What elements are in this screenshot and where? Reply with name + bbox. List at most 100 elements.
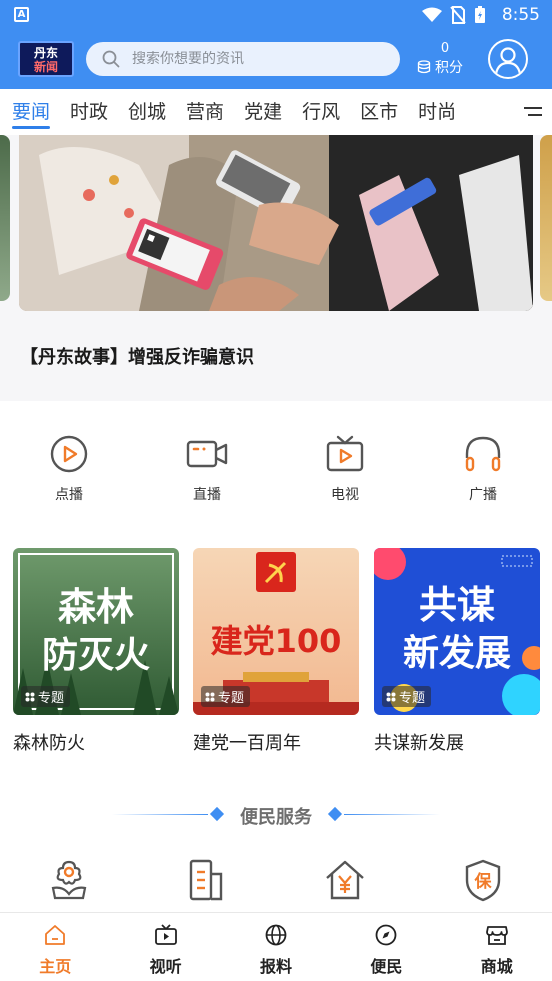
logo-line-2: 新闻 <box>33 60 58 74</box>
house-yuan-icon <box>326 860 364 900</box>
video-camera-icon <box>186 440 228 468</box>
tab-shizheng[interactable]: 时政 <box>60 89 118 135</box>
service-item-2[interactable] <box>138 852 276 912</box>
search-icon <box>102 50 120 68</box>
grid-dots-icon <box>25 692 35 701</box>
topic-cover: 建党100 专题 <box>193 548 359 715</box>
nav-label: 视听 <box>149 957 182 976</box>
banner-prev-slide[interactable] <box>0 135 10 301</box>
store-icon <box>485 926 508 945</box>
service-item-3[interactable] <box>276 852 414 912</box>
tv-play-icon <box>154 924 177 945</box>
points-label: 积分 <box>435 60 463 76</box>
grid-dots-icon <box>386 692 396 701</box>
tv-icon <box>326 435 364 472</box>
nav-mall[interactable]: 商城 <box>442 913 552 981</box>
nav-label: 便民 <box>370 957 403 976</box>
services-title: 便民服务 <box>240 807 312 828</box>
globe-icon <box>265 924 287 946</box>
topic-tag: 专题 <box>201 686 251 707</box>
tab-qushi[interactable]: 区市 <box>350 89 408 135</box>
banner-carousel[interactable]: 【丹东故事】增强反诈骗意识 <box>0 135 552 401</box>
nav-home[interactable]: 主页 <box>0 913 110 981</box>
points-widget[interactable]: 0 积分 <box>412 41 468 77</box>
topic-tag: 专题 <box>382 686 432 707</box>
topic-card-forest-fire[interactable]: 森林 防灭火 专题 森林防火 <box>13 548 179 755</box>
quick-entry-dianbo[interactable]: 点播 <box>0 420 138 520</box>
topic-tag: 专题 <box>21 686 71 707</box>
topic-cards: 森林 防灭火 专题 森林防火 建党100 专题 建党一百周年 共谋 新发展 专题… <box>13 548 552 758</box>
wifi-icon <box>422 7 442 22</box>
system-icons <box>422 6 486 24</box>
home-icon <box>45 925 66 945</box>
status-time: 8:55 <box>501 5 540 25</box>
banner-photo <box>19 135 533 311</box>
quick-entry-label: 直播 <box>193 487 221 503</box>
tab-dangjian[interactable]: 党建 <box>234 89 292 135</box>
logo-line-1: 丹东 <box>33 46 58 60</box>
flower-icon <box>51 860 87 900</box>
shield-insurance-icon: 保 <box>465 859 501 902</box>
banner-next-slide[interactable] <box>540 135 552 301</box>
topic-tag-label: 专题 <box>399 691 426 706</box>
quick-entry-dianshi[interactable]: 电视 <box>276 420 414 520</box>
service-item-1[interactable] <box>0 852 138 912</box>
banner-title[interactable]: 【丹东故事】增强反诈骗意识 <box>20 343 254 369</box>
channel-tabs: 要闻 时政 创城 营商 党建 行风 区市 时尚 <box>0 89 552 135</box>
compass-icon <box>375 924 397 946</box>
app-header: 丹东 新闻 0 积分 <box>0 31 552 89</box>
topic-tag-label: 专题 <box>38 691 65 706</box>
topic-name[interactable]: 森林防火 <box>13 729 179 755</box>
nav-label: 主页 <box>39 957 72 976</box>
nav-label: 商城 <box>480 957 513 976</box>
nav-media[interactable]: 视听 <box>110 913 220 981</box>
user-icon <box>494 47 522 75</box>
coins-icon <box>417 60 431 74</box>
document-building-icon <box>189 859 223 901</box>
bottom-navigation: 主页 视听 报料 便民 商城 <box>0 912 552 981</box>
play-circle-icon <box>50 435 88 473</box>
no-sim-icon <box>450 6 466 24</box>
service-item-4[interactable]: 保 <box>414 852 552 912</box>
topic-cover: 共谋 新发展 专题 <box>374 548 540 715</box>
topic-name[interactable]: 共谋新发展 <box>374 729 540 755</box>
channel-menu-icon[interactable] <box>522 103 544 121</box>
headphones-icon <box>465 436 501 472</box>
banner-image[interactable] <box>19 135 533 311</box>
user-avatar[interactable] <box>488 39 528 79</box>
tabs-fade <box>456 89 516 135</box>
svg-text:保: 保 <box>474 871 493 892</box>
tab-chuangcheng[interactable]: 创城 <box>118 89 176 135</box>
services-grid: 保 <box>0 852 552 912</box>
topic-card-party-100[interactable]: 建党100 专题 建党一百周年 <box>193 548 359 755</box>
topic-cover: 森林 防灭火 专题 <box>13 548 179 715</box>
topic-art-line-2: 防灭火 <box>41 635 150 676</box>
topic-name[interactable]: 建党一百周年 <box>193 729 359 755</box>
quick-entry-zhibo[interactable]: 直播 <box>138 420 276 520</box>
tab-xingfeng[interactable]: 行风 <box>292 89 350 135</box>
search-input[interactable] <box>132 51 372 67</box>
tab-yingshang[interactable]: 营商 <box>176 89 234 135</box>
battery-charging-icon <box>475 6 485 23</box>
grid-dots-icon <box>205 692 215 701</box>
topic-art-line-1: 共谋 <box>418 583 495 627</box>
search-bar[interactable] <box>86 42 400 76</box>
topic-tag-label: 专题 <box>218 691 245 706</box>
tab-yaowen[interactable]: 要闻 <box>0 89 60 135</box>
topic-art-line-1: 建党100 <box>210 622 342 660</box>
app-notification-icon: A <box>14 7 29 22</box>
quick-entry-label: 点播 <box>55 487 83 503</box>
points-value: 0 <box>440 41 450 56</box>
quick-entries: 点播 直播 电视 广播 <box>0 420 552 520</box>
nav-label: 报料 <box>259 957 292 976</box>
topic-card-development[interactable]: 共谋 新发展 专题 共谋新发展 <box>374 548 540 755</box>
divider-line-right <box>344 814 440 815</box>
status-bar: A 8:55 <box>0 0 552 31</box>
topic-art-line-1: 森林 <box>57 585 134 629</box>
quick-entry-guangbo[interactable]: 广播 <box>414 420 552 520</box>
topic-art-line-2: 新发展 <box>402 633 511 674</box>
nav-convenience[interactable]: 便民 <box>331 913 441 981</box>
quick-entry-label: 广播 <box>469 487 497 503</box>
app-logo[interactable]: 丹东 新闻 <box>18 41 74 77</box>
nav-report[interactable]: 报料 <box>221 913 331 981</box>
